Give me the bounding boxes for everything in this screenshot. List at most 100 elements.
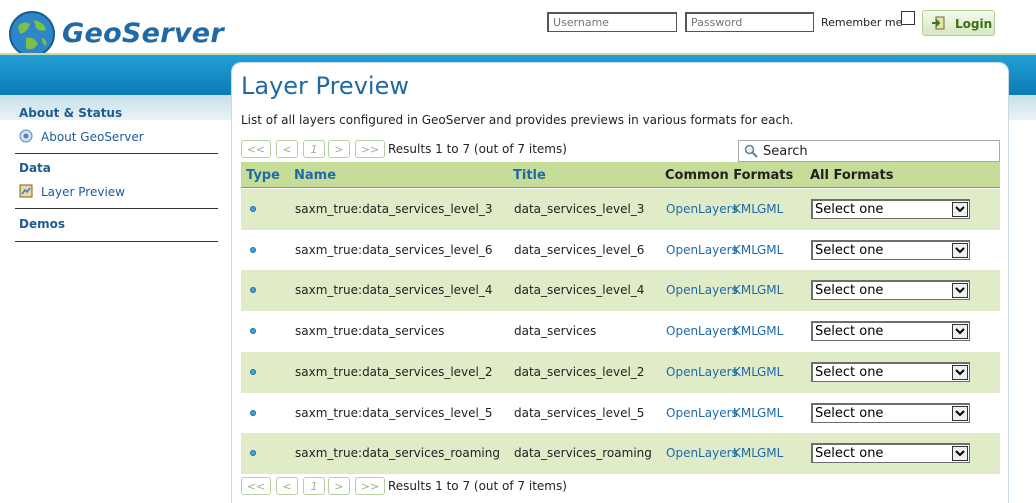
select-value: Select one (815, 446, 884, 461)
format-link-gml[interactable]: GML (757, 365, 783, 379)
password-field[interactable] (685, 12, 814, 32)
chevron-down-icon[interactable] (952, 202, 968, 217)
layer-name: saxm_true:data_services_roaming (295, 446, 500, 460)
format-link-gml[interactable]: GML (757, 406, 783, 420)
layer-name: saxm_true:data_services (295, 324, 445, 338)
all-formats-select[interactable]: Select one (811, 443, 970, 463)
format-link-kml[interactable]: KML (733, 324, 758, 338)
layer-type-icon (250, 206, 256, 212)
column-header-type[interactable]: Type (246, 168, 280, 183)
format-link-gml[interactable]: GML (757, 202, 783, 216)
format-link-kml[interactable]: KML (733, 446, 758, 460)
select-value: Select one (815, 243, 884, 258)
chevron-down-icon[interactable] (952, 446, 968, 461)
table-header: Type Name Title Common Formats All Forma… (241, 162, 1000, 188)
column-header-common-formats: Common Formats (665, 168, 794, 183)
chevron-down-icon[interactable] (952, 406, 968, 421)
format-link-openlayers[interactable]: OpenLayers (666, 243, 738, 257)
all-formats-select[interactable]: Select one (811, 362, 970, 382)
search-label: Search (763, 144, 808, 159)
chevron-down-icon[interactable] (952, 283, 968, 298)
table-row: saxm_true:data_services_level_4 data_serv… (241, 270, 1000, 311)
select-value: Select one (815, 324, 884, 339)
page-description: List of all layers configured in GeoServ… (241, 113, 794, 127)
page-number-button[interactable]: 1 (303, 140, 325, 158)
sidebar-item-label: About GeoServer (41, 130, 144, 144)
page-title: Layer Preview (241, 72, 409, 100)
chevron-down-icon[interactable] (952, 243, 968, 258)
chevron-down-icon[interactable] (952, 324, 968, 339)
search-input[interactable]: Search (738, 140, 1000, 162)
layer-title: data_services (514, 324, 597, 338)
format-link-gml[interactable]: GML (757, 283, 783, 297)
table-row: saxm_true:data_services data_services Open… (241, 311, 1000, 352)
search-icon (744, 144, 758, 158)
format-link-openlayers[interactable]: OpenLayers (666, 406, 738, 420)
layer-title: data_services_roaming (514, 446, 652, 460)
format-link-gml[interactable]: GML (757, 324, 783, 338)
sidebar-divider (15, 208, 218, 209)
next-page-button[interactable]: > (328, 140, 350, 158)
all-formats-select[interactable]: Select one (811, 280, 970, 300)
login-label: Login (955, 17, 993, 31)
username-field[interactable] (547, 12, 677, 32)
layer-name: saxm_true:data_services_level_4 (295, 283, 493, 297)
format-link-openlayers[interactable]: OpenLayers (666, 283, 738, 297)
format-link-openlayers[interactable]: OpenLayers (666, 365, 738, 379)
select-value: Select one (815, 202, 884, 217)
layer-type-icon (250, 287, 256, 293)
last-page-button[interactable]: >> (355, 140, 385, 158)
last-page-button[interactable]: >> (355, 477, 385, 495)
next-page-button[interactable]: > (328, 477, 350, 495)
table-row: saxm_true:data_services_level_5 data_serv… (241, 393, 1000, 434)
format-link-kml[interactable]: KML (733, 202, 758, 216)
remember-me-checkbox[interactable] (901, 11, 915, 25)
format-link-gml[interactable]: GML (757, 243, 783, 257)
results-count: Results 1 to 7 (out of 7 items) (388, 142, 567, 156)
sidebar-section-data: Data (19, 161, 51, 175)
login-icon (932, 16, 945, 30)
page-number-button[interactable]: 1 (303, 477, 325, 495)
brand-name[interactable]: GeoServer (62, 18, 224, 49)
chevron-down-icon[interactable] (952, 365, 968, 380)
format-link-kml[interactable]: KML (733, 243, 758, 257)
layer-type-icon (250, 247, 256, 253)
remember-me-label: Remember me (821, 16, 903, 29)
layer-type-icon (250, 450, 256, 456)
format-link-openlayers[interactable]: OpenLayers (666, 446, 738, 460)
table-row: saxm_true:data_services_level_6 data_serv… (241, 230, 1000, 271)
layer-type-icon (250, 328, 256, 334)
format-link-kml[interactable]: KML (733, 406, 758, 420)
sidebar-item-label: Layer Preview (41, 185, 125, 199)
layer-title: data_services_level_6 (514, 243, 645, 257)
column-header-title[interactable]: Title (513, 168, 546, 183)
first-page-button[interactable]: << (241, 140, 271, 158)
first-page-button[interactable]: << (241, 477, 271, 495)
info-icon (19, 129, 33, 143)
all-formats-select[interactable]: Select one (811, 321, 970, 341)
layer-title: data_services_level_5 (514, 406, 645, 420)
geoserver-globe-icon (9, 11, 55, 57)
layer-preview-icon (19, 184, 33, 198)
layer-title: data_services_level_2 (514, 365, 645, 379)
layer-name: saxm_true:data_services_level_3 (295, 202, 493, 216)
format-link-kml[interactable]: KML (733, 365, 758, 379)
layer-type-icon (250, 410, 256, 416)
sidebar-section-demos[interactable]: Demos (19, 217, 65, 231)
sidebar-section-about: About & Status (19, 106, 123, 120)
header: GeoServer Remember me Login (0, 0, 1036, 57)
format-link-gml[interactable]: GML (757, 446, 783, 460)
table-row: saxm_true:data_services_level_2 data_serv… (241, 352, 1000, 393)
all-formats-select[interactable]: Select one (811, 199, 970, 219)
prev-page-button[interactable]: < (276, 477, 298, 495)
prev-page-button[interactable]: < (276, 140, 298, 158)
format-link-openlayers[interactable]: OpenLayers (666, 202, 738, 216)
all-formats-select[interactable]: Select one (811, 240, 970, 260)
format-link-kml[interactable]: KML (733, 283, 758, 297)
all-formats-select[interactable]: Select one (811, 403, 970, 423)
format-link-openlayers[interactable]: OpenLayers (666, 324, 738, 338)
table-row: saxm_true:data_services_roaming data_serv… (241, 433, 1000, 474)
column-header-name[interactable]: Name (294, 168, 336, 183)
login-button[interactable]: Login (922, 10, 995, 36)
layer-name: saxm_true:data_services_level_5 (295, 406, 493, 420)
